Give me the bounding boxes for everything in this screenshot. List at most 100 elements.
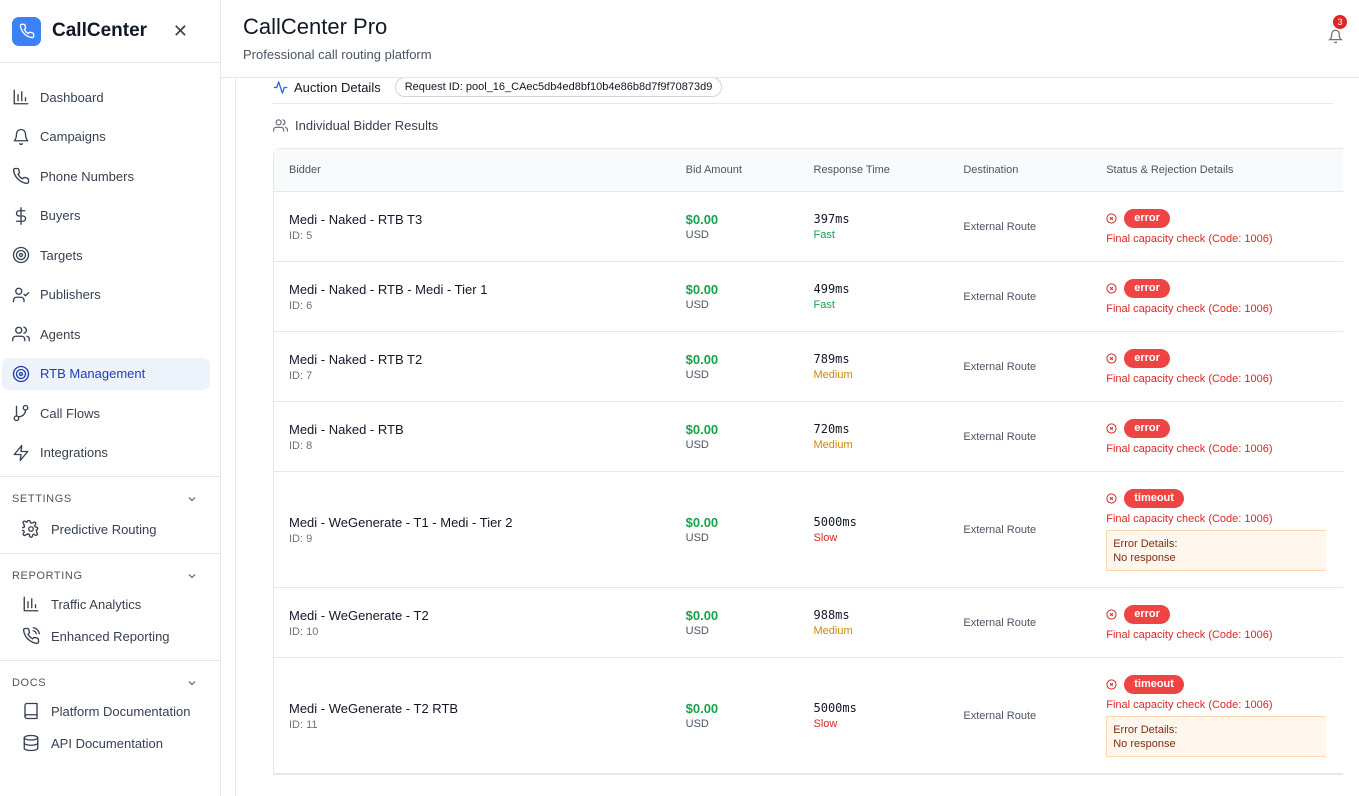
status-badge: error: [1124, 604, 1170, 624]
bid-amount: $0.00: [685, 701, 719, 716]
sidebar-item-buyers[interactable]: Buyers: [2, 200, 210, 232]
sidebar-item-api-documentation[interactable]: API Documentation: [0, 727, 220, 759]
sidebar-item-traffic-analytics[interactable]: Traffic Analytics: [0, 588, 220, 620]
bidder-cell: Medi - Naked - RTB - Medi - Tier 1 ID: 6: [274, 282, 686, 312]
sidebar-item-platform-documentation[interactable]: Platform Documentation: [0, 695, 220, 727]
sidebar-item-label: Platform Documentation: [51, 703, 191, 719]
dollar-icon-wrapper: [12, 206, 30, 225]
response-time-cell: 789ms Medium: [814, 352, 964, 381]
sidebar-item-dashboard[interactable]: Dashboard: [2, 81, 210, 113]
status-cell: error Final capacity check (Code: 1006): [1106, 418, 1343, 455]
column-header-status[interactable]: Status & Rejection Details: [1106, 164, 1343, 176]
sidebar-item-label: RTB Management: [40, 366, 146, 381]
sidebar-item-enhanced-reporting[interactable]: Enhanced Reporting: [0, 620, 220, 652]
dollar-icon: [15, 206, 27, 225]
x-circle-icon: [1106, 212, 1117, 224]
bidder-cell: Medi - WeGenerate - T2 ID: 10: [274, 608, 686, 638]
bidder-cell: Medi - Naked - RTB ID: 8: [274, 422, 686, 452]
settings-section-toggle[interactable]: SETTINGS: [0, 491, 220, 507]
users-icon-wrapper: [12, 325, 30, 343]
destination-cell: External Route: [963, 291, 1106, 303]
destination-cell: External Route: [963, 617, 1106, 629]
bidder-results-title: Individual Bidder Results: [295, 118, 439, 133]
database-icon: [23, 734, 39, 752]
status-badge: error: [1124, 278, 1170, 298]
response-speed: Slow: [813, 532, 838, 544]
chevron-down-icon: [188, 497, 196, 502]
table-row: Medi - WeGenerate - T2 ID: 10 $0.00 USD 988m…: [274, 588, 1343, 658]
bidder-id: ID: 6: [289, 299, 313, 312]
destination-cell: External Route: [963, 710, 1106, 722]
sidebar-item-integrations[interactable]: Integrations: [2, 437, 210, 469]
status-badge: error: [1124, 348, 1170, 368]
sidebar-item-campaigns[interactable]: Campaigns: [2, 121, 210, 153]
response-speed: Medium: [813, 439, 853, 451]
error-details-text: No response: [1113, 551, 1176, 564]
bidder-name: Medi - WeGenerate - T2 RTB: [289, 700, 459, 716]
bid-amount: $0.00: [685, 352, 719, 367]
destination: External Route: [963, 523, 1037, 536]
bar-chart-icon-wrapper: [12, 88, 30, 106]
bid-amount-cell: $0.00 USD: [686, 515, 814, 544]
bidder-id: ID: 9: [289, 532, 313, 545]
sidebar-item-label: Targets: [40, 247, 83, 263]
sidebar-item-predictive-routing[interactable]: Predictive Routing: [0, 513, 220, 545]
sidebar-item-label: Dashboard: [40, 89, 104, 105]
bell-icon-wrapper: [12, 128, 30, 146]
bid-currency: USD: [685, 229, 709, 241]
bidder-id: ID: 8: [289, 439, 313, 452]
column-header-bidder[interactable]: Bidder: [274, 164, 686, 176]
sidebar-item-label: Call Flows: [40, 405, 100, 421]
status-badge: error: [1124, 418, 1170, 438]
target-icon-wrapper: [12, 246, 30, 264]
bidder-name: Medi - Naked - RTB - Medi - Tier 1: [289, 281, 488, 297]
sidebar-item-targets[interactable]: Targets: [2, 239, 210, 271]
sidebar-item-phone-numbers[interactable]: Phone Numbers: [2, 160, 210, 192]
bid-amount-cell: $0.00 USD: [686, 701, 814, 730]
sidebar-item-publishers[interactable]: Publishers: [2, 279, 210, 311]
rejection-reason: Final capacity check (Code: 1006): [1106, 628, 1273, 641]
brand-name: CallCenter: [52, 20, 148, 41]
close-icon[interactable]: ✕: [173, 21, 188, 42]
phone-call-icon: [22, 627, 40, 645]
phone-logo-icon: [12, 16, 41, 46]
bidder-results-table: Bidder Bid Amount Response Time Destinat…: [273, 148, 1343, 775]
column-header-bid-amount[interactable]: Bid Amount: [686, 164, 814, 176]
target-icon: [12, 246, 30, 264]
status-cell: error Final capacity check (Code: 1006): [1106, 278, 1343, 315]
response-time-cell: 5000ms Slow: [814, 701, 964, 730]
response-time-cell: 397ms Fast: [814, 212, 964, 241]
bid-amount-cell: $0.00 USD: [686, 422, 814, 451]
response-speed: Medium: [813, 369, 853, 381]
reporting-section-toggle[interactable]: REPORTING: [0, 568, 220, 584]
chevron-down-icon: [188, 681, 196, 686]
book-icon: [24, 702, 38, 720]
response-speed: Slow: [813, 718, 838, 730]
response-time: 397ms: [813, 212, 850, 226]
bar-chart-icon: [23, 596, 39, 612]
column-header-response-time[interactable]: Response Time: [814, 164, 964, 176]
column-header-destination[interactable]: Destination: [963, 164, 1106, 176]
sidebar-item-call-flows[interactable]: Call Flows: [2, 397, 210, 429]
chevron-down-icon: [188, 574, 196, 579]
section-title: SETTINGS: [12, 493, 72, 505]
docs-section: DOCS Platform Documentation API Documenta…: [0, 660, 220, 767]
sidebar-item-agents[interactable]: Agents: [2, 318, 210, 350]
bid-currency: USD: [685, 369, 709, 381]
notifications-button[interactable]: 3: [1327, 15, 1347, 49]
sidebar-item-label: Buyers: [40, 208, 81, 223]
settings-section: SETTINGS Predictive Routing: [0, 476, 220, 553]
phone-icon-wrapper: [12, 167, 30, 185]
destination-cell: External Route: [963, 361, 1106, 373]
sidebar-item-label: Integrations: [40, 445, 108, 460]
docs-section-toggle[interactable]: DOCS: [0, 675, 220, 691]
users-icon: [12, 326, 30, 342]
sidebar-item-rtb-management[interactable]: RTB Management: [2, 357, 210, 390]
bid-currency: USD: [685, 625, 709, 637]
bid-amount: $0.00: [685, 608, 719, 623]
sidebar-item-label: Publishers: [40, 287, 101, 302]
bidder-name: Medi - Naked - RTB T2: [289, 351, 423, 367]
reporting-section: REPORTING Traffic Analytics Enhanced Repo…: [0, 553, 220, 660]
response-speed: Medium: [813, 625, 853, 637]
destination: External Route: [963, 616, 1037, 629]
